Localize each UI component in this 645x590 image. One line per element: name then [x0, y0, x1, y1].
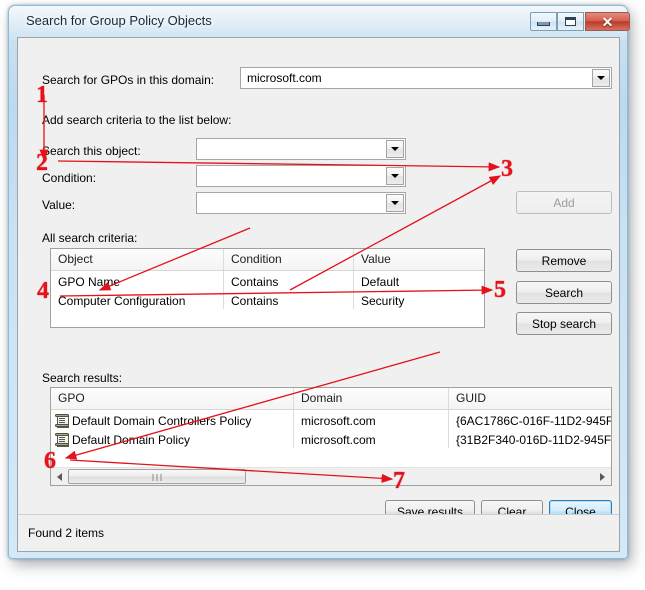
table-row[interactable]: Default Domain Policy microsoft.com {31B… — [51, 429, 611, 448]
scroll-right-arrow-icon[interactable] — [594, 468, 611, 485]
remove-button[interactable]: Remove — [516, 249, 612, 272]
results-listview[interactable]: GPO Domain GUID Default Domain Controlle… — [50, 387, 612, 486]
domain-combobox-value: microsoft.com — [247, 71, 322, 85]
criteria-listview-header: Object Condition Value — [51, 249, 484, 271]
condition-label: Condition: — [42, 171, 97, 185]
condition-combobox[interactable] — [196, 165, 406, 187]
results-column-guid[interactable]: GUID — [449, 388, 611, 409]
scrollbar-track[interactable] — [68, 468, 594, 485]
minimize-button[interactable] — [530, 12, 557, 31]
scrollbar-thumb[interactable] — [68, 469, 246, 484]
results-cell-guid: {6AC1786C-016F-11D2-945F — [456, 413, 611, 428]
add-button[interactable]: Add — [516, 191, 612, 214]
results-column-domain[interactable]: Domain — [294, 388, 449, 409]
minimize-icon — [531, 13, 556, 30]
gpo-policy-icon — [55, 414, 69, 428]
criteria-column-value[interactable]: Value — [354, 249, 484, 270]
criteria-cell-object: Computer Configuration — [51, 290, 224, 309]
scroll-left-arrow-icon[interactable] — [51, 468, 68, 485]
search-button[interactable]: Search — [516, 281, 612, 304]
results-listview-header: GPO Domain GUID — [51, 388, 611, 410]
search-results-heading: Search results: — [42, 371, 123, 385]
close-icon-glyph: ✕ — [601, 13, 614, 30]
add-criteria-heading: Add search criteria to the list below: — [42, 113, 232, 127]
results-column-gpo[interactable]: GPO — [51, 388, 294, 409]
maximize-icon — [558, 13, 583, 30]
results-cell-gpo-label: Default Domain Controllers Policy — [72, 413, 252, 428]
criteria-column-condition[interactable]: Condition — [224, 249, 354, 270]
condition-chevron-down-icon[interactable] — [386, 167, 404, 185]
table-row[interactable]: GPO Name Contains Default — [51, 271, 484, 290]
table-row[interactable]: Computer Configuration Contains Security — [51, 290, 484, 309]
results-cell-gpo: Default Domain Controllers Policy — [51, 410, 294, 429]
results-horizontal-scrollbar[interactable] — [51, 467, 611, 485]
search-object-chevron-down-icon[interactable] — [386, 140, 404, 158]
search-object-combobox[interactable] — [196, 138, 406, 160]
criteria-cell-value: Security — [361, 293, 405, 308]
gpo-policy-icon — [55, 433, 69, 447]
criteria-cell-condition: Contains — [224, 290, 354, 309]
scrollbar-grip-icon — [152, 474, 162, 481]
results-cell-gpo-label: Default Domain Policy — [72, 432, 191, 447]
value-combobox[interactable] — [196, 192, 406, 214]
results-cell-gpo: Default Domain Policy — [51, 429, 294, 448]
status-bar: Found 2 items — [18, 514, 619, 551]
domain-combobox[interactable]: microsoft.com — [240, 67, 612, 89]
criteria-cell-object: GPO Name — [51, 271, 224, 290]
stop-search-button[interactable]: Stop search — [516, 312, 612, 335]
criteria-listview[interactable]: Object Condition Value GPO Name Contains… — [50, 248, 485, 328]
criteria-cell-condition: Contains — [224, 271, 354, 290]
search-object-label: Search this object: — [42, 144, 141, 158]
criteria-column-object[interactable]: Object — [51, 249, 224, 270]
title-bar[interactable]: Search for Group Policy Objects ✕ — [9, 6, 630, 36]
close-icon: ✕ — [586, 13, 629, 30]
dialog-client-area: Search for GPOs in this domain: microsof… — [17, 37, 620, 552]
domain-label: Search for GPOs in this domain: — [42, 73, 215, 87]
value-chevron-down-icon[interactable] — [386, 194, 404, 212]
value-label: Value: — [42, 198, 76, 212]
all-criteria-heading: All search criteria: — [42, 231, 138, 245]
results-cell-domain: microsoft.com — [294, 410, 449, 429]
status-bar-text: Found 2 items — [28, 526, 105, 540]
maximize-button[interactable] — [557, 12, 584, 31]
results-cell-guid: {31B2F340-016D-11D2-945F — [456, 432, 611, 447]
table-row[interactable]: Default Domain Controllers Policy micros… — [51, 410, 611, 429]
domain-combobox-chevron-down-icon[interactable] — [592, 69, 610, 87]
window-title: Search for Group Policy Objects — [26, 13, 212, 28]
dialog-body: Search for GPOs in this domain: microsof… — [18, 38, 619, 523]
results-cell-domain: microsoft.com — [294, 429, 449, 448]
application-window: Search for Group Policy Objects ✕ Search… — [8, 5, 630, 559]
close-button[interactable]: ✕ — [585, 12, 630, 31]
criteria-cell-value: Default — [361, 274, 400, 289]
